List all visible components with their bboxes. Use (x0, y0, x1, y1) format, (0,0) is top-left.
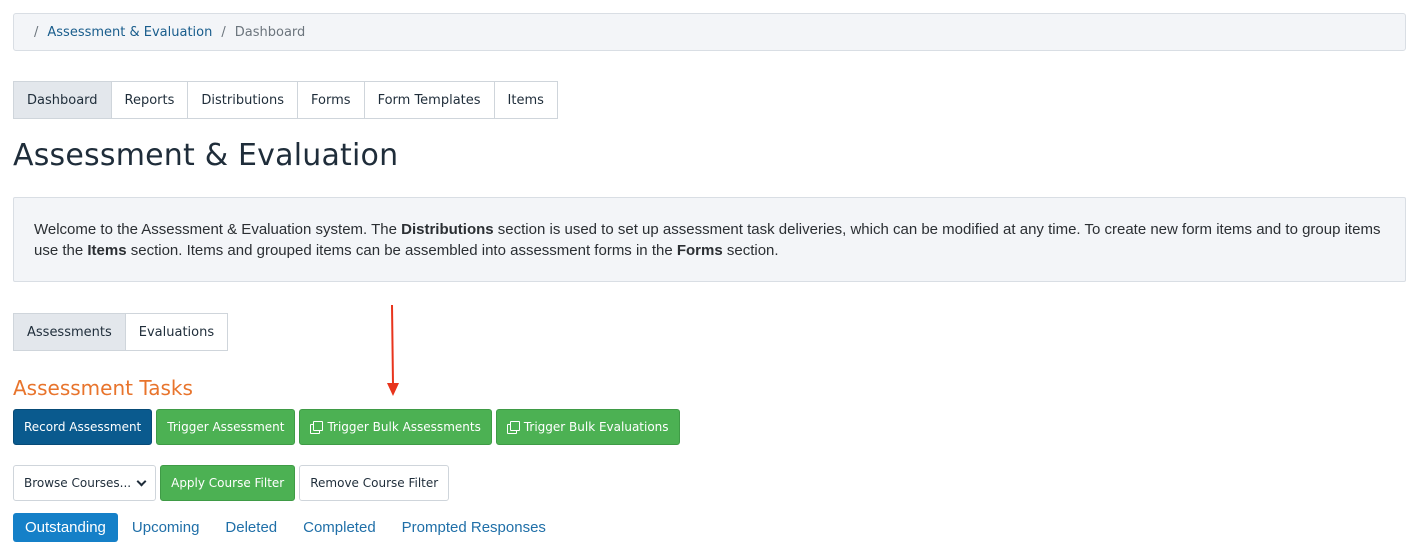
tab-upcoming[interactable]: Upcoming (120, 513, 212, 542)
info-text: Welcome to the Assessment & Evaluation s… (34, 221, 402, 238)
tab-assessments[interactable]: Assessments (14, 314, 126, 350)
tab-items[interactable]: Items (494, 82, 557, 118)
welcome-info-box: Welcome to the Assessment & Evaluation s… (13, 197, 1406, 282)
breadcrumb-current: Dashboard (234, 24, 306, 40)
task-actions: Record Assessment Trigger Assessment Tri… (13, 409, 680, 445)
course-filter-row: Browse Courses... Apply Course Filter Re… (13, 465, 450, 501)
info-items: Items (87, 242, 127, 259)
trigger-bulk-evaluations-label: Trigger Bulk Evaluations (523, 420, 669, 434)
main-tabs: Dashboard Reports Distributions Forms Fo… (13, 81, 558, 119)
browse-courses-label: Browse Courses... (24, 476, 132, 490)
tab-distributions[interactable]: Distributions (188, 82, 299, 118)
trigger-bulk-assessments-button[interactable]: Trigger Bulk Assessments (299, 409, 492, 445)
record-assessment-button[interactable]: Record Assessment (13, 409, 153, 445)
breadcrumb-separator: / (221, 24, 226, 40)
tab-deleted[interactable]: Deleted (213, 513, 289, 542)
trigger-assessment-button[interactable]: Trigger Assessment (156, 409, 296, 445)
breadcrumb: / Assessment & Evaluation / Dashboard (13, 13, 1406, 51)
trigger-bulk-evaluations-button[interactable]: Trigger Bulk Evaluations (495, 409, 680, 445)
tab-prompted-responses[interactable]: Prompted Responses (390, 513, 558, 542)
sub-tabs: Assessments Evaluations (13, 313, 229, 351)
tab-reports[interactable]: Reports (111, 82, 189, 118)
copy-icon (310, 421, 324, 434)
info-text: section. Items and grouped items can be … (126, 242, 677, 259)
info-forms: Forms (676, 242, 723, 259)
tab-forms[interactable]: Forms (298, 82, 365, 118)
tab-completed[interactable]: Completed (291, 513, 388, 542)
breadcrumb-link-assessment-evaluation[interactable]: Assessment & Evaluation (47, 25, 212, 40)
tab-evaluations[interactable]: Evaluations (125, 314, 228, 350)
status-tabs: Outstanding Upcoming Deleted Completed P… (13, 513, 560, 542)
trigger-bulk-assessments-label: Trigger Bulk Assessments (327, 420, 481, 434)
annotation-arrow (387, 305, 399, 396)
info-text: section. (722, 242, 779, 259)
breadcrumb-separator: / (34, 24, 39, 40)
info-distributions: Distributions (401, 221, 494, 238)
chevron-down-icon (136, 476, 147, 486)
copy-icon (506, 421, 520, 434)
remove-course-filter-button[interactable]: Remove Course Filter (299, 465, 450, 501)
page-title: Assessment & Evaluation (13, 138, 399, 173)
browse-courses-dropdown[interactable]: Browse Courses... (13, 465, 157, 501)
tab-outstanding[interactable]: Outstanding (13, 513, 118, 542)
section-title: Assessment Tasks (13, 376, 193, 400)
apply-course-filter-button[interactable]: Apply Course Filter (160, 465, 296, 501)
tab-dashboard[interactable]: Dashboard (14, 82, 112, 118)
tab-form-templates[interactable]: Form Templates (364, 82, 495, 118)
